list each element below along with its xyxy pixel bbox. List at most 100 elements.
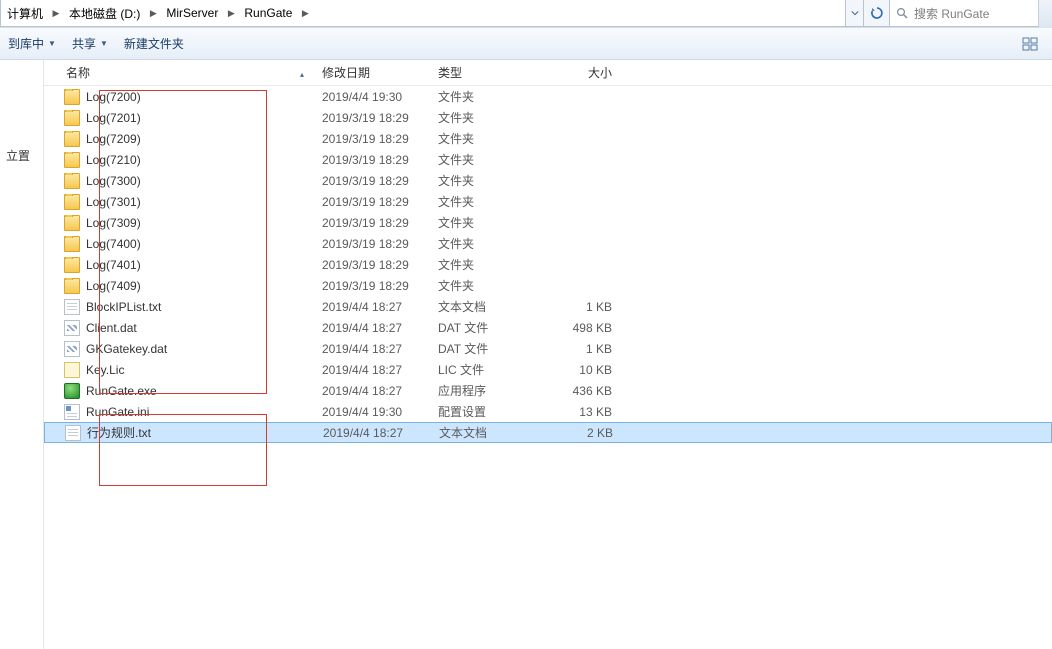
file-name-cell[interactable]: Log(7300) [44, 173, 314, 189]
file-type: DAT 文件 [430, 340, 550, 357]
chevron-right-icon[interactable]: ▶ [49, 8, 63, 19]
column-headers: 名称 ▴ 修改日期 类型 大小 [44, 60, 1052, 86]
file-name: Log(7300) [86, 174, 141, 188]
file-row[interactable]: Client.dat2019/4/4 18:27DAT 文件498 KB [44, 317, 1052, 338]
file-size: 436 KB [550, 384, 620, 398]
chevron-down-icon: ▼ [100, 39, 108, 48]
folder-icon [64, 194, 80, 210]
file-name-cell[interactable]: GKGatekey.dat [44, 341, 314, 357]
file-type: 文本文档 [430, 298, 550, 315]
file-row[interactable]: Log(7409)2019/3/19 18:29文件夹 [44, 275, 1052, 296]
file-name-cell[interactable]: BlockIPList.txt [44, 299, 314, 315]
file-date: 2019/3/19 18:29 [314, 153, 430, 167]
file-name-cell[interactable]: RunGate.exe [44, 383, 314, 399]
new-folder-button[interactable]: 新建文件夹 [124, 35, 184, 52]
column-type[interactable]: 类型 [430, 64, 550, 81]
file-row[interactable]: Log(7300)2019/3/19 18:29文件夹 [44, 170, 1052, 191]
breadcrumb-item[interactable]: 本地磁盘 (D:) [63, 0, 146, 26]
chevron-down-icon: ▼ [48, 39, 56, 48]
nav-item-location[interactable]: 立置 [0, 140, 43, 170]
navigation-pane[interactable]: 立置 [0, 60, 44, 649]
column-size[interactable]: 大小 [550, 64, 620, 81]
column-name[interactable]: 名称 ▴ [44, 64, 314, 81]
file-name-cell[interactable]: Log(7409) [44, 278, 314, 294]
file-name: GKGatekey.dat [86, 342, 167, 356]
search-icon [896, 7, 908, 19]
view-options-icon[interactable] [1022, 37, 1040, 51]
chevron-right-icon[interactable]: ▶ [298, 8, 312, 19]
file-row[interactable]: RunGate.exe2019/4/4 18:27应用程序436 KB [44, 380, 1052, 401]
file-name-cell[interactable]: Client.dat [44, 320, 314, 336]
file-name-cell[interactable]: Log(7401) [44, 257, 314, 273]
breadcrumb-item[interactable]: RunGate [238, 0, 298, 26]
file-date: 2019/3/19 18:29 [314, 279, 430, 293]
file-name-cell[interactable]: Log(7301) [44, 194, 314, 210]
column-date[interactable]: 修改日期 [314, 64, 430, 81]
file-row[interactable]: Log(7309)2019/3/19 18:29文件夹 [44, 212, 1052, 233]
chevron-right-icon[interactable]: ▶ [146, 8, 160, 19]
folder-icon [64, 131, 80, 147]
file-date: 2019/4/4 18:27 [314, 363, 430, 377]
file-name-cell[interactable]: Log(7309) [44, 215, 314, 231]
address-bar: 计算机 ▶ 本地磁盘 (D:) ▶ MirServer ▶ RunGate ▶ … [0, 0, 1052, 28]
file-name-cell[interactable]: RunGate.ini [44, 404, 314, 420]
file-row[interactable]: Log(7401)2019/3/19 18:29文件夹 [44, 254, 1052, 275]
file-name: 行为规则.txt [87, 424, 151, 441]
file-size: 13 KB [550, 405, 620, 419]
file-row[interactable]: Log(7301)2019/3/19 18:29文件夹 [44, 191, 1052, 212]
file-date: 2019/4/4 18:27 [314, 384, 430, 398]
share-button[interactable]: 共享 ▼ [72, 35, 108, 52]
window-edge [1038, 0, 1052, 28]
file-type: 文件夹 [430, 130, 550, 147]
breadcrumb[interactable]: 计算机 ▶ 本地磁盘 (D:) ▶ MirServer ▶ RunGate ▶ [0, 0, 846, 27]
file-size: 2 KB [551, 426, 621, 440]
file-name-cell[interactable]: Log(7200) [44, 89, 314, 105]
file-row[interactable]: Log(7210)2019/3/19 18:29文件夹 [44, 149, 1052, 170]
file-date: 2019/3/19 18:29 [314, 111, 430, 125]
breadcrumb-label: 计算机 [7, 5, 43, 22]
file-row[interactable]: RunGate.ini2019/4/4 19:30配置设置13 KB [44, 401, 1052, 422]
chevron-right-icon[interactable]: ▶ [224, 8, 238, 19]
address-dropdown-button[interactable] [846, 0, 864, 27]
file-name-cell[interactable]: Key.Lic [44, 362, 314, 378]
file-size: 498 KB [550, 321, 620, 335]
file-row[interactable]: Log(7400)2019/3/19 18:29文件夹 [44, 233, 1052, 254]
file-date: 2019/3/19 18:29 [314, 174, 430, 188]
file-type: 文件夹 [430, 109, 550, 126]
file-type: 文件夹 [430, 214, 550, 231]
include-in-library-button[interactable]: 到库中 ▼ [8, 35, 56, 52]
file-row[interactable]: Key.Lic2019/4/4 18:27LIC 文件10 KB [44, 359, 1052, 380]
file-name-cell[interactable]: Log(7400) [44, 236, 314, 252]
file-name: BlockIPList.txt [86, 300, 161, 314]
file-row[interactable]: Log(7209)2019/3/19 18:29文件夹 [44, 128, 1052, 149]
file-name-cell[interactable]: Log(7201) [44, 110, 314, 126]
file-row[interactable]: 行为规则.txt2019/4/4 18:27文本文档2 KB [44, 422, 1052, 443]
file-row[interactable]: Log(7200)2019/4/4 19:30文件夹 [44, 86, 1052, 107]
folder-icon [64, 257, 80, 273]
file-row[interactable]: GKGatekey.dat2019/4/4 18:27DAT 文件1 KB [44, 338, 1052, 359]
refresh-icon [870, 6, 884, 20]
search-placeholder: 搜索 RunGate [914, 5, 989, 22]
column-label: 大小 [588, 66, 612, 80]
file-date: 2019/3/19 18:29 [314, 132, 430, 146]
refresh-button[interactable] [864, 0, 890, 27]
breadcrumb-item[interactable]: MirServer [160, 0, 224, 26]
chevron-down-icon [851, 9, 859, 17]
file-type: 文件夹 [430, 151, 550, 168]
ini-icon [64, 404, 80, 420]
file-date: 2019/4/4 18:27 [314, 300, 430, 314]
file-row[interactable]: BlockIPList.txt2019/4/4 18:27文本文档1 KB [44, 296, 1052, 317]
file-name: Log(7201) [86, 111, 141, 125]
folder-icon [64, 215, 80, 231]
file-type: DAT 文件 [430, 319, 550, 336]
breadcrumb-item[interactable]: 计算机 [1, 0, 49, 26]
file-name-cell[interactable]: Log(7210) [44, 152, 314, 168]
search-input[interactable]: 搜索 RunGate [890, 0, 1052, 27]
file-type: 配置设置 [430, 403, 550, 420]
file-list[interactable]: Log(7200)2019/4/4 19:30文件夹 Log(7201) 2019/… [44, 86, 1052, 443]
file-row[interactable]: Log(7201) 2019/3/19 18:29文件夹 [44, 107, 1052, 128]
file-name-cell[interactable]: Log(7209) [44, 131, 314, 147]
file-type: 文件夹 [430, 277, 550, 294]
file-name-cell[interactable]: 行为规则.txt [45, 424, 315, 441]
file-date: 2019/3/19 18:29 [314, 216, 430, 230]
